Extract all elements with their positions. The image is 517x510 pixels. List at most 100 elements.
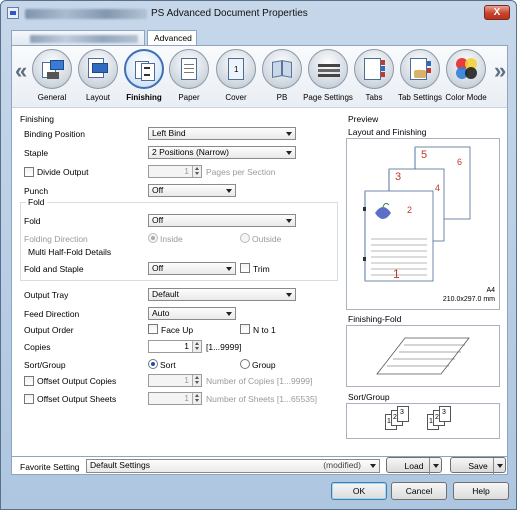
function-finishing[interactable]: Finishing — [122, 49, 166, 107]
copies-value: 1 — [184, 341, 189, 351]
punch-select[interactable]: Off — [148, 184, 236, 197]
chevron-down-icon — [286, 219, 292, 223]
paper-icon — [169, 49, 209, 89]
close-button[interactable]: X — [484, 5, 510, 20]
offset-output-sheets-checkbox[interactable] — [24, 394, 34, 404]
tab-advanced[interactable]: Advanced — [147, 30, 197, 46]
tab-content: « » General Layout Finishing Paper 1 Cov… — [11, 45, 508, 457]
favorite-modified-status: (modified) — [323, 460, 361, 470]
page-number-4: 4 — [435, 183, 441, 193]
punch-value: Off — [152, 185, 164, 195]
layout-preview-graphic — [363, 146, 471, 282]
page-number-1: 1 — [393, 267, 400, 281]
spinner-icon[interactable] — [192, 341, 201, 352]
fold-outside-label: Outside — [252, 234, 282, 244]
offset-copies-hint: Number of Copies [1...9999] — [206, 376, 313, 386]
spinner-icon[interactable] — [192, 166, 201, 177]
pages-per-section-input[interactable]: 1 — [148, 165, 202, 178]
stack1-page-2: 2 — [393, 414, 397, 421]
trim-checkbox[interactable] — [240, 263, 250, 273]
offset-sheets-input[interactable]: 1 — [148, 392, 202, 405]
save-dropdown-icon[interactable] — [493, 458, 505, 474]
trim-label: Trim — [253, 264, 270, 274]
layout-icon — [78, 49, 118, 89]
feed-direction-value: Auto — [152, 308, 170, 318]
offset-copies-input[interactable]: 1 — [148, 374, 202, 387]
fold-value: Off — [152, 215, 164, 225]
function-page-settings[interactable]: Page Settings — [303, 49, 353, 107]
feed-direction-select[interactable]: Auto — [148, 307, 236, 320]
chevron-down-icon — [226, 312, 232, 316]
staple-value: 2 Positions (Narrow) — [152, 147, 229, 157]
finishing-group-title: Finishing — [20, 114, 55, 124]
divide-output-checkbox[interactable] — [24, 167, 34, 177]
spinner-icon[interactable] — [192, 375, 201, 386]
divide-output-label: Divide Output — [37, 167, 89, 177]
copies-label: Copies — [24, 342, 51, 352]
preview-panel: Preview Layout and Finishing 5 6 3 4 2 1… — [346, 110, 503, 440]
function-color-mode[interactable]: Color Mode — [444, 49, 488, 107]
output-tray-value: Default — [152, 289, 179, 299]
staple-select[interactable]: 2 Positions (Narrow) — [148, 146, 296, 159]
cancel-button[interactable]: Cancel — [391, 482, 447, 500]
ok-button[interactable]: OK — [331, 482, 387, 500]
properties-window: PS Advanced Document Properties X Advanc… — [0, 0, 517, 510]
face-up-checkbox[interactable] — [148, 324, 158, 334]
load-button[interactable]: Load — [386, 457, 442, 474]
function-tabs[interactable]: Tabs — [352, 49, 396, 107]
load-dropdown-icon[interactable] — [429, 458, 441, 474]
function-tab-settings[interactable]: Tab Settings — [398, 49, 442, 107]
favorite-setting-label: Favorite Setting — [20, 462, 80, 472]
output-tray-select[interactable]: Default — [148, 288, 296, 301]
tabs-icon — [354, 49, 394, 89]
stack2-page-1: 1 — [429, 418, 433, 425]
sort-radio[interactable] — [148, 359, 158, 369]
staple-label: Staple — [24, 148, 49, 158]
finishing-icon — [124, 49, 164, 89]
scroll-right-icon[interactable]: » — [494, 58, 506, 84]
paper-dimensions: 210.0x297.0 mm — [442, 296, 495, 303]
function-paper[interactable]: Paper — [167, 49, 211, 107]
help-button[interactable]: Help — [453, 482, 509, 500]
tab-main[interactable] — [11, 30, 145, 46]
offset-copies-value: 1 — [184, 375, 189, 385]
n-to-1-label: N to 1 — [253, 325, 276, 335]
save-button[interactable]: Save — [450, 457, 506, 474]
group-radio[interactable] — [240, 359, 250, 369]
function-label: Color Mode — [445, 93, 487, 102]
n-to-1-checkbox[interactable] — [240, 324, 250, 334]
chevron-down-icon — [370, 464, 376, 468]
stack1-page-1: 1 — [387, 418, 391, 425]
binding-position-select[interactable]: Left Bind — [148, 127, 296, 140]
fold-select[interactable]: Off — [148, 214, 296, 227]
color-mode-icon — [446, 49, 486, 89]
copies-input[interactable]: 1 — [148, 340, 202, 353]
fold-outside-radio[interactable] — [240, 233, 250, 243]
punch-label: Punch — [24, 186, 49, 196]
tab-label-redacted — [30, 35, 138, 43]
group-label: Group — [252, 360, 276, 370]
paper-size: A4 — [486, 287, 495, 294]
function-cover[interactable]: 1 Cover — [214, 49, 258, 107]
sort-group-label: Sort/Group — [24, 360, 66, 370]
layout-finishing-title: Layout and Finishing — [348, 127, 427, 137]
favorite-setting-select[interactable]: Default Settings (modified) — [86, 459, 380, 473]
fold-inside-radio[interactable] — [148, 233, 158, 243]
pages-per-section-label: Pages per Section — [206, 167, 276, 177]
function-general[interactable]: General — [30, 49, 74, 107]
offset-output-copies-label: Offset Output Copies — [37, 376, 117, 386]
chevron-down-icon — [226, 189, 232, 193]
stack2-page-2: 2 — [435, 414, 439, 421]
function-layout[interactable]: Layout — [76, 49, 120, 107]
fold-and-staple-select[interactable]: Off — [148, 262, 236, 275]
finishing-settings-panel: Finishing Binding Position Left Bind Sta… — [18, 110, 342, 455]
fold-and-staple-label: Fold and Staple — [24, 264, 84, 274]
stack2-page-3: 3 — [442, 409, 446, 416]
offset-sheets-hint: Number of Sheets [1...65535] — [206, 394, 318, 404]
binding-position-value: Left Bind — [152, 128, 186, 138]
scroll-left-icon[interactable]: « — [15, 58, 27, 84]
offset-output-copies-checkbox[interactable] — [24, 376, 34, 386]
sort-group-preview: 1 2 3 1 2 3 — [346, 403, 500, 439]
function-pb[interactable]: PB — [260, 49, 304, 107]
spinner-icon[interactable] — [192, 393, 201, 404]
